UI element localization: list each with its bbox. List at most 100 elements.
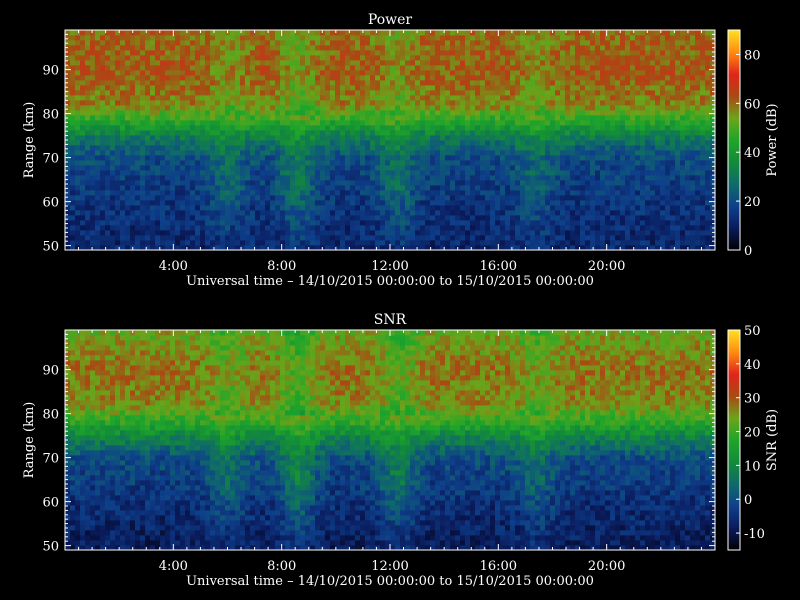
- heatmap-cell: [595, 60, 601, 66]
- heatmap-cell: [210, 105, 216, 111]
- heatmap-cell: [220, 225, 226, 231]
- heatmap-cell: [260, 60, 266, 66]
- heatmap-cell: [140, 230, 146, 236]
- heatmap-cell: [365, 60, 371, 66]
- heatmap-cell: [470, 100, 476, 106]
- heatmap-cell: [585, 50, 591, 56]
- heatmap-cell: [190, 150, 196, 156]
- heatmap-cell: [285, 100, 291, 106]
- heatmap-cell: [470, 230, 476, 236]
- heatmap-cell: [495, 170, 501, 176]
- heatmap-cell: [205, 205, 211, 211]
- heatmap-cell: [310, 205, 316, 211]
- heatmap-cell: [320, 225, 326, 231]
- heatmap-cell: [610, 105, 616, 111]
- heatmap-cell: [145, 140, 151, 146]
- heatmap-cell: [205, 85, 211, 91]
- heatmap-cell: [230, 105, 236, 111]
- heatmap-cell: [155, 190, 161, 196]
- heatmap-cell: [580, 90, 586, 96]
- heatmap-cell: [480, 190, 486, 196]
- heatmap-cell: [550, 195, 556, 201]
- heatmap-cell: [545, 215, 551, 221]
- heatmap-cell: [150, 130, 156, 136]
- heatmap-cell: [140, 110, 146, 116]
- heatmap-cell: [500, 140, 506, 146]
- heatmap-cell: [205, 190, 211, 196]
- heatmap-cell: [200, 110, 206, 116]
- heatmap-cell: [575, 60, 581, 66]
- heatmap-cell: [425, 40, 431, 46]
- heatmap-cell: [265, 75, 271, 81]
- heatmap-cell: [350, 235, 356, 241]
- heatmap-cell: [225, 50, 231, 56]
- heatmap-cell: [325, 105, 331, 111]
- heatmap-cell: [550, 210, 556, 216]
- heatmap-cell: [150, 125, 156, 131]
- heatmap-cell: [275, 60, 281, 66]
- heatmap-cell: [370, 165, 376, 171]
- heatmap-cell: [530, 160, 536, 166]
- heatmap-cell: [285, 105, 291, 111]
- heatmap-cell: [95, 195, 101, 201]
- heatmap-cell: [240, 100, 246, 106]
- heatmap-cell: [360, 75, 366, 81]
- heatmap-cell: [525, 180, 531, 186]
- heatmap-cell: [490, 165, 496, 171]
- heatmap-cell: [380, 220, 386, 226]
- heatmap-cell: [605, 80, 611, 86]
- heatmap-cell: [250, 175, 256, 181]
- heatmap-cell: [550, 90, 556, 96]
- heatmap-cell: [500, 35, 506, 41]
- heatmap-cell: [215, 215, 221, 221]
- heatmap-cell: [105, 200, 111, 206]
- heatmap-cell: [585, 55, 591, 61]
- heatmap-cell: [485, 230, 491, 236]
- heatmap-cell: [285, 160, 291, 166]
- heatmap-cell: [295, 30, 301, 36]
- heatmap-cell: [425, 195, 431, 201]
- heatmap-cell: [620, 210, 626, 216]
- heatmap-cell: [495, 85, 501, 91]
- heatmap-cell: [515, 70, 521, 76]
- heatmap-cell: [410, 175, 416, 181]
- heatmap-cell: [170, 215, 176, 221]
- heatmap-cell: [380, 85, 386, 91]
- heatmap-cell: [370, 115, 376, 121]
- heatmap-cell: [320, 100, 326, 106]
- heatmap-cell: [580, 95, 586, 101]
- heatmap-cell: [140, 220, 146, 226]
- heatmap-cell: [280, 210, 286, 216]
- heatmap-cell: [475, 110, 481, 116]
- heatmap-cell: [385, 220, 391, 226]
- heatmap-cell: [135, 65, 141, 71]
- heatmap-cell: [450, 95, 456, 101]
- heatmap-cell: [440, 165, 446, 171]
- heatmap-cell: [580, 185, 586, 191]
- heatmap-cell: [620, 70, 626, 76]
- heatmap-cell: [470, 65, 476, 71]
- heatmap-cell: [245, 110, 251, 116]
- heatmap-cell: [210, 55, 216, 61]
- heatmap-cell: [170, 185, 176, 191]
- heatmap-cell: [230, 165, 236, 171]
- heatmap-cell: [295, 125, 301, 131]
- heatmap-cell: [475, 100, 481, 106]
- heatmap-cell: [355, 205, 361, 211]
- heatmap-cell: [570, 110, 576, 116]
- heatmap-cell: [285, 215, 291, 221]
- heatmap-cell: [245, 105, 251, 111]
- heatmap-cell: [170, 225, 176, 231]
- heatmap-cell: [630, 235, 636, 241]
- heatmap-cell: [345, 145, 351, 151]
- heatmap-cell: [375, 60, 381, 66]
- heatmap-cell: [360, 235, 366, 241]
- heatmap-cell: [290, 155, 296, 161]
- heatmap-cell: [275, 205, 281, 211]
- heatmap-cell: [525, 85, 531, 91]
- heatmap-cell: [130, 120, 136, 126]
- heatmap-cell: [110, 185, 116, 191]
- heatmap-cell: [370, 105, 376, 111]
- heatmap-cell: [590, 100, 596, 106]
- heatmap-cell: [270, 100, 276, 106]
